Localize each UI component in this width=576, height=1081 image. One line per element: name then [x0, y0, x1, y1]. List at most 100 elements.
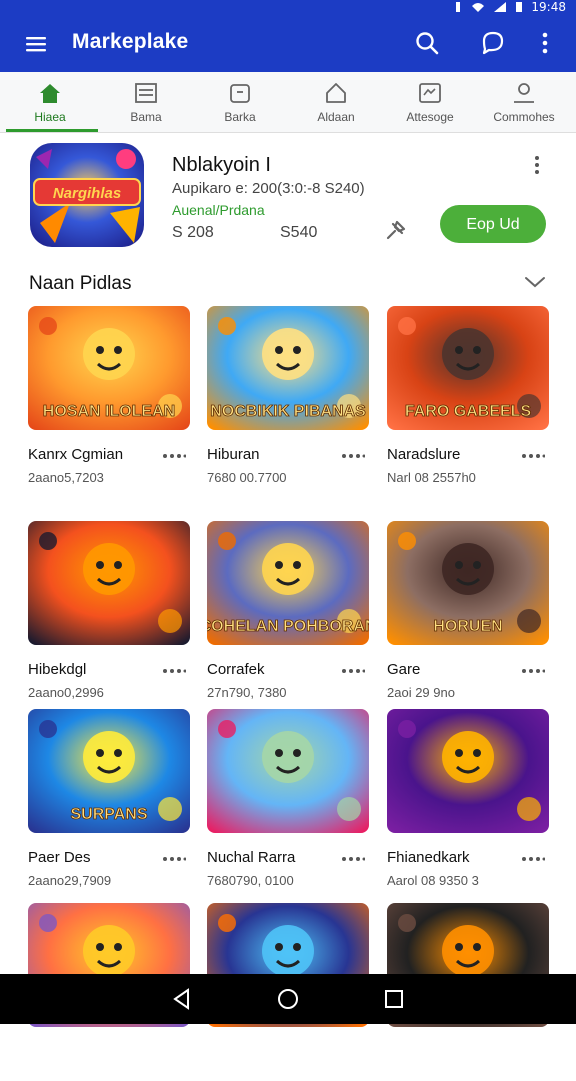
- game-thumbnail[interactable]: COHELAN POHBORAN: [207, 521, 369, 645]
- home-circle-icon[interactable]: [276, 987, 300, 1011]
- more-horiz-icon[interactable]: [341, 667, 365, 675]
- tab-label: Aldaan: [317, 110, 355, 124]
- game-thumbnail[interactable]: [28, 521, 190, 645]
- game-subtitle: 2aano29,7909: [28, 873, 112, 888]
- game-art: FARO GABEELS: [387, 306, 549, 430]
- recents-icon[interactable]: [382, 987, 406, 1011]
- game-art-text: NOCBIKIK PIBANAS: [210, 403, 366, 420]
- more-horiz-icon[interactable]: [162, 667, 186, 675]
- game-art: [387, 709, 549, 833]
- vibrate-icon: [456, 2, 461, 12]
- game-thumbnail[interactable]: FARO GABEELS: [387, 306, 549, 430]
- featured-stat-2: S540: [280, 224, 318, 241]
- game-art-text: HOSAN ILOLEAN: [43, 403, 175, 420]
- house-outline-icon: [326, 83, 346, 103]
- more-horiz-icon[interactable]: [521, 667, 545, 675]
- game-thumbnail[interactable]: [207, 709, 369, 833]
- install-button[interactable]: Eop Ud: [440, 205, 546, 243]
- more-horiz-icon[interactable]: [162, 452, 186, 460]
- status-icons: 19:48: [453, 0, 566, 14]
- tab-bama[interactable]: Bama: [98, 72, 194, 132]
- pin-icon[interactable]: [384, 218, 408, 242]
- game-title: Paer Des: [28, 849, 91, 866]
- game-card[interactable]: HOSAN ILOLEAN Kanrx Cgmian 2aano5,7203: [28, 306, 190, 485]
- tab-home[interactable]: Hiaea: [2, 72, 98, 132]
- more-horiz-icon[interactable]: [521, 452, 545, 460]
- game-title: Nuchal Rarra: [207, 849, 296, 866]
- more-vert-icon[interactable]: [528, 154, 546, 176]
- app-bar: Markeplake: [0, 14, 576, 72]
- more-horiz-icon[interactable]: [341, 452, 365, 460]
- game-title: Naradslure: [387, 446, 461, 463]
- game-art-text: SURPANS: [70, 806, 147, 823]
- featured-title: Nblakyoin I: [172, 154, 271, 176]
- tab-barka[interactable]: Barka: [192, 72, 288, 132]
- more-vert-icon[interactable]: [532, 30, 558, 56]
- list-icon: [135, 83, 157, 103]
- featured-game-art: Nargihlas: [30, 143, 144, 247]
- game-subtitle: 2aano5,7203: [28, 470, 104, 485]
- game-art: HOSAN ILOLEAN: [28, 306, 190, 430]
- tab-commohes[interactable]: Commohes: [476, 72, 572, 132]
- game-thumbnail[interactable]: SURPANS: [28, 709, 190, 833]
- tab-label: Attesoge: [406, 110, 454, 124]
- game-title: Kanrx Cgmian: [28, 446, 124, 463]
- game-card[interactable]: Hibekdgl 2aano0,2996: [28, 521, 190, 700]
- game-card[interactable]: Fhianedkark Aarol 08 9350 3: [387, 709, 549, 888]
- game-title: Corrafek: [207, 661, 265, 678]
- game-title: Hiburan: [207, 446, 260, 463]
- game-art-text: FARO GABEELS: [405, 403, 532, 420]
- tab-label: Commohes: [493, 110, 555, 124]
- section-title: Naan Pidlas: [29, 273, 132, 294]
- game-card[interactable]: NOCBIKIK PIBANAS Hiburan 7680 00.7700: [207, 306, 369, 485]
- signal-icon: [494, 2, 507, 12]
- game-card[interactable]: SURPANS Paer Des 2aano29,7909: [28, 709, 190, 888]
- featured-stat-1: S 208: [172, 224, 214, 241]
- game-art: NOCBIKIK PIBANAS: [207, 306, 369, 430]
- bag-icon: [230, 84, 250, 103]
- status-bar: 19:48: [0, 0, 576, 14]
- tab-aldaan[interactable]: Aldaan: [288, 72, 384, 132]
- search-icon[interactable]: [414, 30, 440, 56]
- category-tabs: Hiaea Bama Barka Aldaan Attesoge Commohe…: [0, 72, 576, 133]
- featured-developer[interactable]: Auenal/Prdana: [172, 202, 265, 218]
- game-art: HORUEN: [387, 521, 549, 645]
- game-card[interactable]: FARO GABEELS Naradslure Narl 08 2557h0: [387, 306, 549, 485]
- battery-icon: [516, 2, 523, 12]
- game-card[interactable]: COHELAN POHBORAN Corrafek 27n790, 7380: [207, 521, 369, 700]
- system-nav-bar: [0, 974, 576, 1024]
- message-icon: [419, 83, 441, 103]
- featured-art-text: Nargihlas: [53, 185, 121, 202]
- game-subtitle: Narl 08 2557h0: [387, 470, 476, 485]
- featured-app-icon[interactable]: Nargihlas: [30, 143, 144, 247]
- game-subtitle: 27n790, 7380: [207, 685, 287, 700]
- game-thumbnail[interactable]: HORUEN: [387, 521, 549, 645]
- more-horiz-icon[interactable]: [162, 855, 186, 863]
- menu-icon[interactable]: [24, 32, 48, 56]
- game-subtitle: 2aano0,2996: [28, 685, 104, 700]
- game-card[interactable]: Nuchal Rarra 7680790, 0100: [207, 709, 369, 888]
- home-icon: [40, 84, 60, 103]
- status-time: 19:48: [531, 0, 566, 14]
- game-subtitle: 7680 00.7700: [207, 470, 287, 485]
- chat-icon[interactable]: [480, 30, 506, 56]
- game-title: Hibekdgl: [28, 661, 87, 678]
- game-art: SURPANS: [28, 709, 190, 833]
- more-horiz-icon[interactable]: [521, 855, 545, 863]
- tab-attesoge[interactable]: Attesoge: [382, 72, 478, 132]
- game-thumbnail[interactable]: NOCBIKIK PIBANAS: [207, 306, 369, 430]
- game-art: COHELAN POHBORAN: [207, 521, 369, 645]
- app-title: Markeplake: [72, 30, 189, 53]
- game-art-text: COHELAN POHBORAN: [207, 618, 369, 635]
- game-card[interactable]: HORUEN Gare 2aoi 29 9no: [387, 521, 549, 700]
- more-horiz-icon[interactable]: [341, 855, 365, 863]
- back-icon[interactable]: [170, 987, 194, 1011]
- person-icon: [514, 83, 534, 103]
- game-thumbnail[interactable]: [387, 709, 549, 833]
- game-thumbnail[interactable]: HOSAN ILOLEAN: [28, 306, 190, 430]
- chevron-down-icon[interactable]: [524, 274, 546, 290]
- tab-label: Hiaea: [34, 110, 66, 124]
- game-art: [28, 521, 190, 645]
- game-subtitle: Aarol 08 9350 3: [387, 873, 479, 888]
- featured-app[interactable]: Nargihlas Nblakyoin I Aupikaro e: 200(3:…: [0, 132, 576, 262]
